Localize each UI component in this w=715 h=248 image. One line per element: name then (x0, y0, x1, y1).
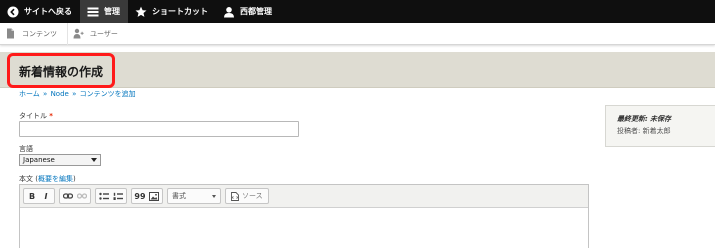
title-highlight-box (7, 53, 115, 88)
bold-button[interactable]: B (25, 189, 39, 203)
author-info: 投稿者: 新着太郎 (617, 126, 671, 136)
editor-toolbar: B I 99 書式 ソース (20, 185, 588, 208)
title-label-text: タイトル (19, 112, 47, 120)
document-icon (7, 28, 14, 39)
body-label-prefix: 本文 ( (19, 175, 38, 183)
tray-item-people-label: ユーザー (90, 29, 118, 38)
language-field-label: 言語 (19, 145, 33, 153)
star-icon (135, 6, 147, 17)
chevron-left-circle-icon (7, 6, 19, 17)
required-marker: * (49, 112, 53, 120)
breadcrumb-home-link[interactable]: ホーム (19, 90, 40, 98)
toolbar-group-basic: B I (23, 188, 55, 204)
last-saved-separator: : (645, 115, 648, 123)
unlink-icon (77, 193, 87, 199)
chevron-down-icon (91, 158, 97, 162)
toolbar-group-lists (95, 188, 127, 204)
image-icon (149, 191, 159, 201)
language-select-value: Japanese (23, 156, 55, 164)
back-to-site-button[interactable]: サイトへ戻る (0, 0, 80, 23)
tray-item-people[interactable]: ユーザー (67, 22, 128, 45)
numbered-list-icon (113, 192, 123, 200)
edit-summary-link[interactable]: 概要を編集 (38, 175, 73, 183)
body-editor: B I 99 書式 ソース (19, 184, 589, 248)
image-button[interactable] (147, 189, 161, 203)
language-select[interactable]: Japanese (19, 154, 101, 166)
manage-tab[interactable]: 管理 (80, 0, 128, 23)
last-saved-info: 最終更新: 未保存 (617, 114, 671, 124)
body-label-suffix: ) (72, 175, 76, 183)
last-saved-value: 未保存 (650, 115, 672, 123)
breadcrumb: ホーム » Node » コンテンツを追加 (19, 89, 136, 99)
back-to-site-label: サイトへ戻る (24, 7, 72, 16)
toolbar-group-format: 書式 (167, 188, 221, 204)
blockquote-button[interactable]: 99 (133, 189, 147, 203)
user-tab[interactable]: 西都管理 (216, 0, 280, 23)
admin-tray: コンテンツ ユーザー (0, 22, 715, 45)
format-select-label: 書式 (172, 192, 186, 200)
source-button[interactable]: ソース (227, 189, 267, 203)
format-select[interactable]: 書式 (169, 189, 219, 203)
tray-item-content-label: コンテンツ (22, 29, 57, 38)
source-document-icon (231, 191, 239, 201)
breadcrumb-node-link[interactable]: Node (51, 90, 69, 98)
toolbar-group-blocks: 99 (131, 188, 163, 204)
body-field-label: 本文 (概要を編集) (19, 174, 76, 184)
author-key: 投稿者 (617, 127, 638, 135)
breadcrumb-separator: » (72, 90, 77, 98)
toolbar-group-links (59, 188, 91, 204)
bulleted-list-button[interactable] (97, 189, 111, 203)
numbered-list-button[interactable] (111, 189, 125, 203)
bulleted-list-icon (99, 192, 109, 200)
breadcrumb-add-content-link[interactable]: コンテンツを追加 (80, 90, 136, 98)
link-icon (63, 193, 73, 199)
people-icon (73, 28, 84, 39)
toolbar-group-source: ソース (225, 188, 269, 204)
user-label: 西都管理 (240, 7, 272, 16)
source-button-label: ソース (242, 192, 263, 200)
link-button[interactable] (61, 189, 75, 203)
hamburger-menu-icon (87, 7, 99, 16)
title-field-label: タイトル * (19, 111, 53, 121)
admin-toolbar: サイトへ戻る 管理 ショートカット 西都管理 (0, 0, 715, 23)
shortcuts-tab[interactable]: ショートカット (128, 0, 216, 23)
last-saved-key: 最終更新 (617, 115, 645, 123)
breadcrumb-separator: » (43, 90, 48, 98)
italic-button[interactable]: I (39, 189, 53, 203)
author-value: 新着太郎 (642, 127, 671, 135)
manage-label: 管理 (104, 7, 120, 16)
user-icon (224, 6, 234, 17)
unlink-button[interactable] (75, 189, 89, 203)
title-input[interactable] (19, 121, 299, 137)
author-separator: : (638, 127, 641, 135)
chevron-down-icon (212, 194, 216, 198)
shortcuts-label: ショートカット (152, 7, 208, 16)
tray-item-content[interactable]: コンテンツ (0, 23, 67, 45)
editor-content-area[interactable] (20, 209, 588, 248)
